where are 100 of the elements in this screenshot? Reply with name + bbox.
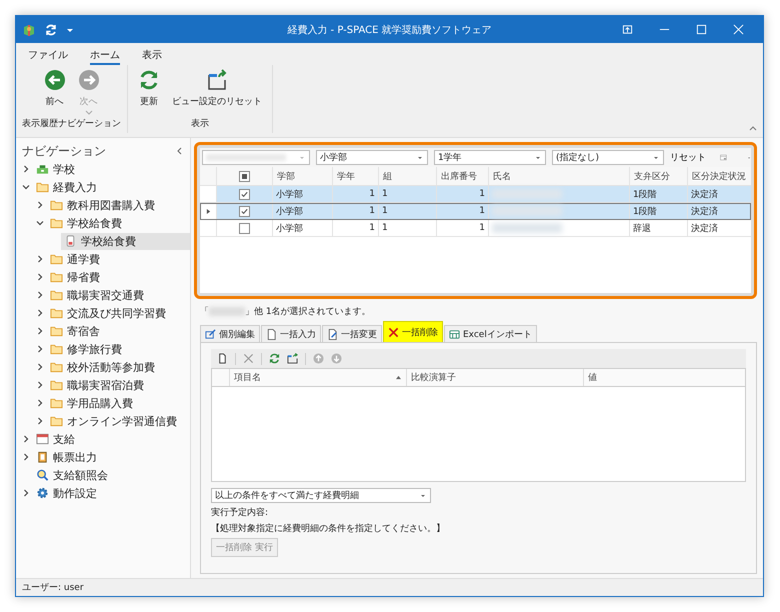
ribbon-tab[interactable]: 表示 xyxy=(142,47,162,63)
new-icon[interactable] xyxy=(217,353,228,364)
column-header[interactable]: 値 xyxy=(584,369,745,386)
expander-icon[interactable] xyxy=(22,165,30,173)
tab[interactable]: 一括入力 xyxy=(261,325,321,342)
folder-icon xyxy=(50,199,63,211)
tree-item[interactable]: 職場実習交通費 xyxy=(47,286,147,304)
column-header[interactable]: 学部 xyxy=(272,167,332,185)
redacted-name xyxy=(209,307,245,316)
reset-view-icon xyxy=(206,69,228,91)
tree-item[interactable]: 動作設定 xyxy=(33,484,100,502)
ribbon-button[interactable]: 更新 xyxy=(134,67,164,117)
tree-item[interactable]: 職場実習宿泊費 xyxy=(47,376,147,394)
reset-view-icon[interactable] xyxy=(287,353,298,364)
filter-combo[interactable]: 1学年 xyxy=(434,150,546,165)
table-cell: 小学部 xyxy=(272,203,332,219)
tree-item[interactable]: 経費入力 xyxy=(33,178,100,196)
calendar-icon xyxy=(36,433,49,445)
column-header[interactable]: 比較演算子 xyxy=(407,369,584,386)
table-cell: 1段階 xyxy=(629,203,687,219)
expander-icon[interactable] xyxy=(22,453,30,461)
row-checkbox[interactable] xyxy=(239,222,250,234)
app-logo-icon xyxy=(22,22,36,36)
table-cell: 1 xyxy=(378,203,436,219)
expander-icon[interactable] xyxy=(22,435,30,443)
reset-button[interactable]: リセット xyxy=(670,151,706,164)
tree-item[interactable]: 修学旅行費 xyxy=(47,340,125,358)
expander-icon[interactable] xyxy=(36,309,44,317)
page-edit-icon xyxy=(327,328,338,340)
tab[interactable]: Excelインポート xyxy=(444,325,537,342)
folder-icon xyxy=(36,181,49,193)
column-header[interactable]: 氏名 xyxy=(488,167,629,185)
column-header[interactable]: 項目名 xyxy=(230,369,407,386)
match-dropdown[interactable]: 以上の条件をすべて満たす経費明細 xyxy=(211,488,431,503)
expander-icon[interactable] xyxy=(36,219,44,227)
expander-icon[interactable] xyxy=(36,291,44,299)
filter-combo[interactable]: (指定なし) xyxy=(552,150,664,165)
expander-icon[interactable] xyxy=(36,327,44,335)
tree-item[interactable]: 支給額照会 xyxy=(33,466,111,484)
tree-item[interactable]: 交流及び共同学習費 xyxy=(47,304,169,322)
tab[interactable]: 一括削除 xyxy=(383,321,443,342)
row-checkbox[interactable] xyxy=(239,206,250,216)
tree-item[interactable]: 帰省費 xyxy=(47,268,103,286)
tree-item[interactable]: 教科用図書購入費 xyxy=(47,196,158,214)
folder-icon xyxy=(50,397,63,409)
ribbon-button[interactable]: 前へ xyxy=(40,67,70,117)
table-cell: 小学部 xyxy=(272,186,332,202)
table-row[interactable]: 小学部 1 1 1 辞退 決定済 xyxy=(200,220,751,237)
expander-icon[interactable] xyxy=(22,183,30,191)
collapse-pane-icon[interactable] xyxy=(176,147,182,155)
plan-message: 【処理対象指定に経費明細の条件を指定してください。】 xyxy=(211,522,446,535)
expander-icon[interactable] xyxy=(36,417,44,425)
table-row[interactable]: 小学部 1 1 1 1段階 決定済 xyxy=(200,186,751,203)
table-cell: 辞退 xyxy=(629,220,687,236)
refresh-icon[interactable] xyxy=(44,22,58,36)
tree-item[interactable]: 帳票出力 xyxy=(33,448,100,466)
page-icon xyxy=(266,328,277,340)
column-header[interactable]: 組 xyxy=(378,167,436,185)
expander-icon[interactable] xyxy=(36,381,44,389)
table-cell: 1 xyxy=(332,220,378,236)
ribbon-button[interactable]: ビュー設定のリセット xyxy=(168,67,266,117)
row-checkbox[interactable] xyxy=(239,188,250,200)
expander-icon[interactable] xyxy=(36,399,44,407)
column-header[interactable]: 区分決定状況 xyxy=(687,167,751,185)
table-row[interactable]: 小学部 1 1 1 1段階 決定済 xyxy=(200,203,751,220)
expander-icon[interactable] xyxy=(36,255,44,263)
chevron-down-icon xyxy=(84,110,92,115)
tab[interactable]: 一括変更 xyxy=(322,325,382,342)
collapse-ribbon-icon[interactable] xyxy=(749,125,757,131)
tree-item[interactable]: 学用品購入費 xyxy=(47,394,136,412)
user-status: ユーザー: user xyxy=(22,582,84,594)
refresh-icon[interactable] xyxy=(269,353,280,364)
tree-item[interactable]: 支給 xyxy=(33,430,78,448)
expander-icon[interactable] xyxy=(36,363,44,371)
folder-icon xyxy=(50,325,63,337)
tree-item[interactable]: オンライン学習通信費 xyxy=(47,412,180,430)
ribbon-tab[interactable]: ホーム xyxy=(90,47,120,65)
column-header[interactable]: 出席番号 xyxy=(436,167,488,185)
tree-item[interactable]: 学校給食費 xyxy=(61,232,190,250)
column-header[interactable]: 学年 xyxy=(332,167,378,185)
expander-icon[interactable] xyxy=(36,273,44,281)
tree-item[interactable]: 通学費 xyxy=(47,250,103,268)
settings-icon xyxy=(36,487,49,499)
window-title: 経費入力 - P-SPACE 就学奨励費ソフトウェア xyxy=(286,24,493,36)
redacted-name xyxy=(492,223,562,233)
tree-item[interactable]: 学校給食費 xyxy=(47,214,125,232)
tree-item[interactable]: 学校 xyxy=(33,160,78,178)
expander-icon[interactable] xyxy=(36,345,44,353)
tree-item[interactable]: 校外活動等参加費 xyxy=(47,358,158,376)
tree-item[interactable]: 寄宿舎 xyxy=(47,322,103,340)
expander-icon[interactable] xyxy=(36,201,44,209)
expander-icon[interactable] xyxy=(22,489,30,497)
ribbon-tab[interactable]: ファイル xyxy=(28,47,68,63)
filter-combo[interactable]: 小学部 xyxy=(316,150,428,165)
layout-icon[interactable] xyxy=(720,152,727,163)
form-icon xyxy=(64,235,77,247)
tab[interactable]: 個別編集 xyxy=(200,325,260,342)
folder-icon xyxy=(50,307,63,319)
column-header[interactable]: 支弁区分 xyxy=(629,167,687,185)
select-all-checkbox[interactable] xyxy=(239,170,250,182)
